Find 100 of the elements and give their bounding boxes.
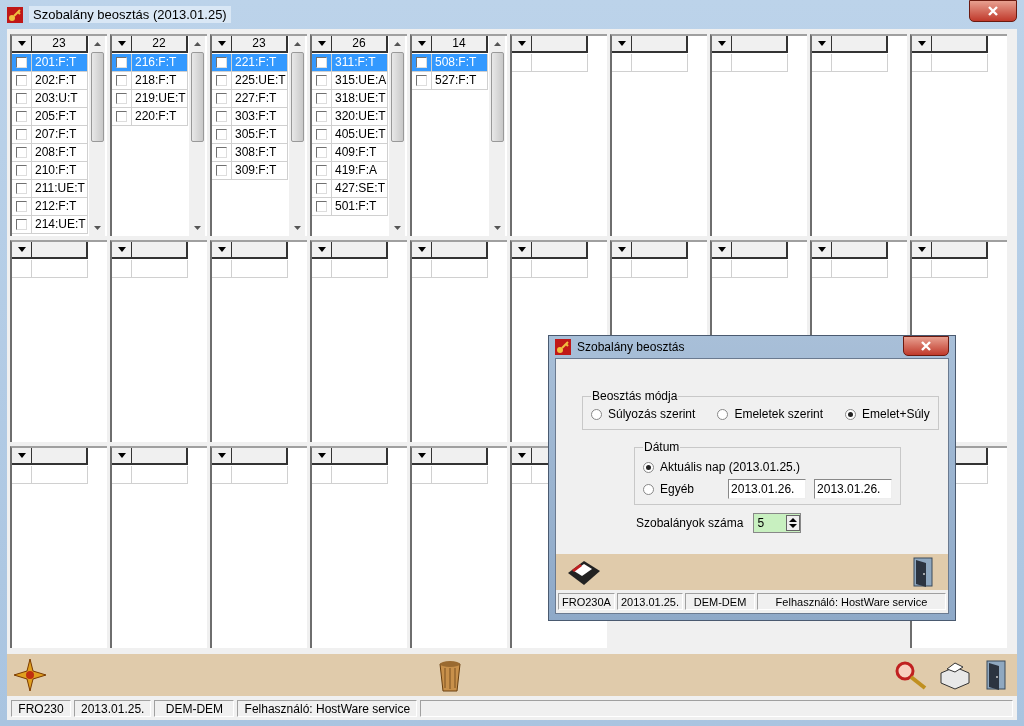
- room-cell[interactable]: 218:F:T: [132, 72, 188, 90]
- dropdown-button[interactable]: [12, 36, 32, 53]
- room-cell[interactable]: 501:F:T: [332, 198, 388, 216]
- room-cell[interactable]: 211:UE:T: [32, 180, 88, 198]
- checkbox[interactable]: [416, 75, 427, 86]
- close-button[interactable]: [903, 336, 949, 356]
- dropdown-button[interactable]: [512, 448, 532, 465]
- checkbox[interactable]: [216, 129, 227, 140]
- room-cell[interactable]: 227:F:T: [232, 90, 288, 108]
- checkbox[interactable]: [216, 75, 227, 86]
- dropdown-button[interactable]: [212, 36, 232, 53]
- room-cell[interactable]: 207:F:T: [32, 126, 88, 144]
- dropdown-button[interactable]: [112, 242, 132, 259]
- spin-arrows-icon[interactable]: [786, 515, 801, 531]
- checkbox[interactable]: [316, 129, 327, 140]
- scroll-up-icon[interactable]: [193, 42, 201, 46]
- dropdown-button[interactable]: [612, 242, 632, 259]
- checkbox[interactable]: [116, 111, 127, 122]
- room-cell[interactable]: 210:F:T: [32, 162, 88, 180]
- room-cell[interactable]: 225:UE:T: [232, 72, 288, 90]
- spin-field[interactable]: 5: [753, 513, 802, 533]
- date-field[interactable]: 2013.01.26.: [814, 479, 893, 499]
- room-cell[interactable]: 320:UE:T: [332, 108, 388, 126]
- dropdown-button[interactable]: [712, 242, 732, 259]
- checkbox[interactable]: [316, 111, 327, 122]
- room-cell[interactable]: 308:F:T: [232, 144, 288, 162]
- room-cell[interactable]: 202:F:T: [32, 72, 88, 90]
- dropdown-button[interactable]: [112, 36, 132, 53]
- room-cell[interactable]: 309:F:T: [232, 162, 288, 180]
- room-cell[interactable]: 220:F:T: [132, 108, 188, 126]
- scrollbar[interactable]: [89, 36, 105, 236]
- checkbox[interactable]: [16, 129, 27, 140]
- radio-label[interactable]: Egyéb: [660, 482, 695, 496]
- dropdown-button[interactable]: [312, 36, 332, 53]
- scroll-up-icon[interactable]: [393, 42, 401, 46]
- room-cell[interactable]: 203:U:T: [32, 90, 88, 108]
- checkbox[interactable]: [116, 57, 127, 68]
- scrollbar[interactable]: [389, 36, 405, 236]
- room-cell[interactable]: 212:F:T: [32, 198, 88, 216]
- scroll-down-icon[interactable]: [393, 226, 401, 230]
- checkbox[interactable]: [16, 201, 27, 212]
- radio-button[interactable]: [845, 408, 857, 420]
- checkbox[interactable]: [316, 57, 327, 68]
- checkbox[interactable]: [216, 111, 227, 122]
- checkbox[interactable]: [116, 93, 127, 104]
- checkbox[interactable]: [16, 93, 27, 104]
- scrollbar[interactable]: [189, 36, 205, 236]
- dropdown-button[interactable]: [312, 242, 332, 259]
- radio-label[interactable]: Emelet+Súly: [862, 407, 930, 421]
- checkbox[interactable]: [16, 111, 27, 122]
- dropdown-button[interactable]: [412, 36, 432, 53]
- room-cell[interactable]: 305:F:T: [232, 126, 288, 144]
- dropdown-button[interactable]: [412, 242, 432, 259]
- scroll-down-icon[interactable]: [193, 226, 201, 230]
- dropdown-button[interactable]: [912, 242, 932, 259]
- checkbox[interactable]: [216, 165, 227, 176]
- search-icon[interactable]: [893, 659, 929, 691]
- dropdown-button[interactable]: [812, 36, 832, 53]
- room-cell[interactable]: 219:UE:T: [132, 90, 188, 108]
- dropdown-button[interactable]: [612, 36, 632, 53]
- room-cell[interactable]: 405:UE:T: [332, 126, 388, 144]
- scrollbar[interactable]: [489, 36, 505, 236]
- date-field[interactable]: 2013.01.26.: [728, 479, 807, 499]
- room-cell[interactable]: 409:F:T: [332, 144, 388, 162]
- checkbox[interactable]: [216, 93, 227, 104]
- radio-label[interactable]: Súlyozás szerint: [608, 407, 696, 421]
- dropdown-button[interactable]: [812, 242, 832, 259]
- checkbox[interactable]: [316, 93, 327, 104]
- checkbox[interactable]: [216, 147, 227, 158]
- dropdown-button[interactable]: [212, 448, 232, 465]
- checkbox[interactable]: [116, 75, 127, 86]
- checkbox[interactable]: [16, 147, 27, 158]
- checkbox[interactable]: [316, 183, 327, 194]
- radio-button[interactable]: [717, 408, 729, 420]
- room-cell[interactable]: 419:F:A: [332, 162, 388, 180]
- room-cell[interactable]: 208:F:T: [32, 144, 88, 162]
- star-icon[interactable]: [13, 658, 47, 692]
- dropdown-button[interactable]: [512, 36, 532, 53]
- checkbox[interactable]: [16, 57, 27, 68]
- scroll-up-icon[interactable]: [493, 42, 501, 46]
- checkbox[interactable]: [316, 147, 327, 158]
- checkbox[interactable]: [16, 183, 27, 194]
- dropdown-button[interactable]: [712, 36, 732, 53]
- checkbox[interactable]: [416, 57, 427, 68]
- checkbox[interactable]: [316, 165, 327, 176]
- checkbox[interactable]: [16, 165, 27, 176]
- scroll-down-icon[interactable]: [93, 226, 101, 230]
- scroll-down-icon[interactable]: [293, 226, 301, 230]
- checkbox[interactable]: [16, 219, 27, 230]
- radio-button[interactable]: [591, 408, 602, 420]
- radio-button[interactable]: [643, 461, 654, 473]
- dropdown-button[interactable]: [12, 242, 32, 259]
- scroll-up-icon[interactable]: [93, 42, 101, 46]
- checkbox[interactable]: [216, 57, 227, 68]
- scroll-down-icon[interactable]: [493, 226, 501, 230]
- dropdown-button[interactable]: [412, 448, 432, 465]
- room-cell[interactable]: 303:F:T: [232, 108, 288, 126]
- radio-label[interactable]: Emeletek szerint: [734, 407, 824, 421]
- checkbox[interactable]: [316, 201, 327, 212]
- close-button[interactable]: [969, 0, 1017, 22]
